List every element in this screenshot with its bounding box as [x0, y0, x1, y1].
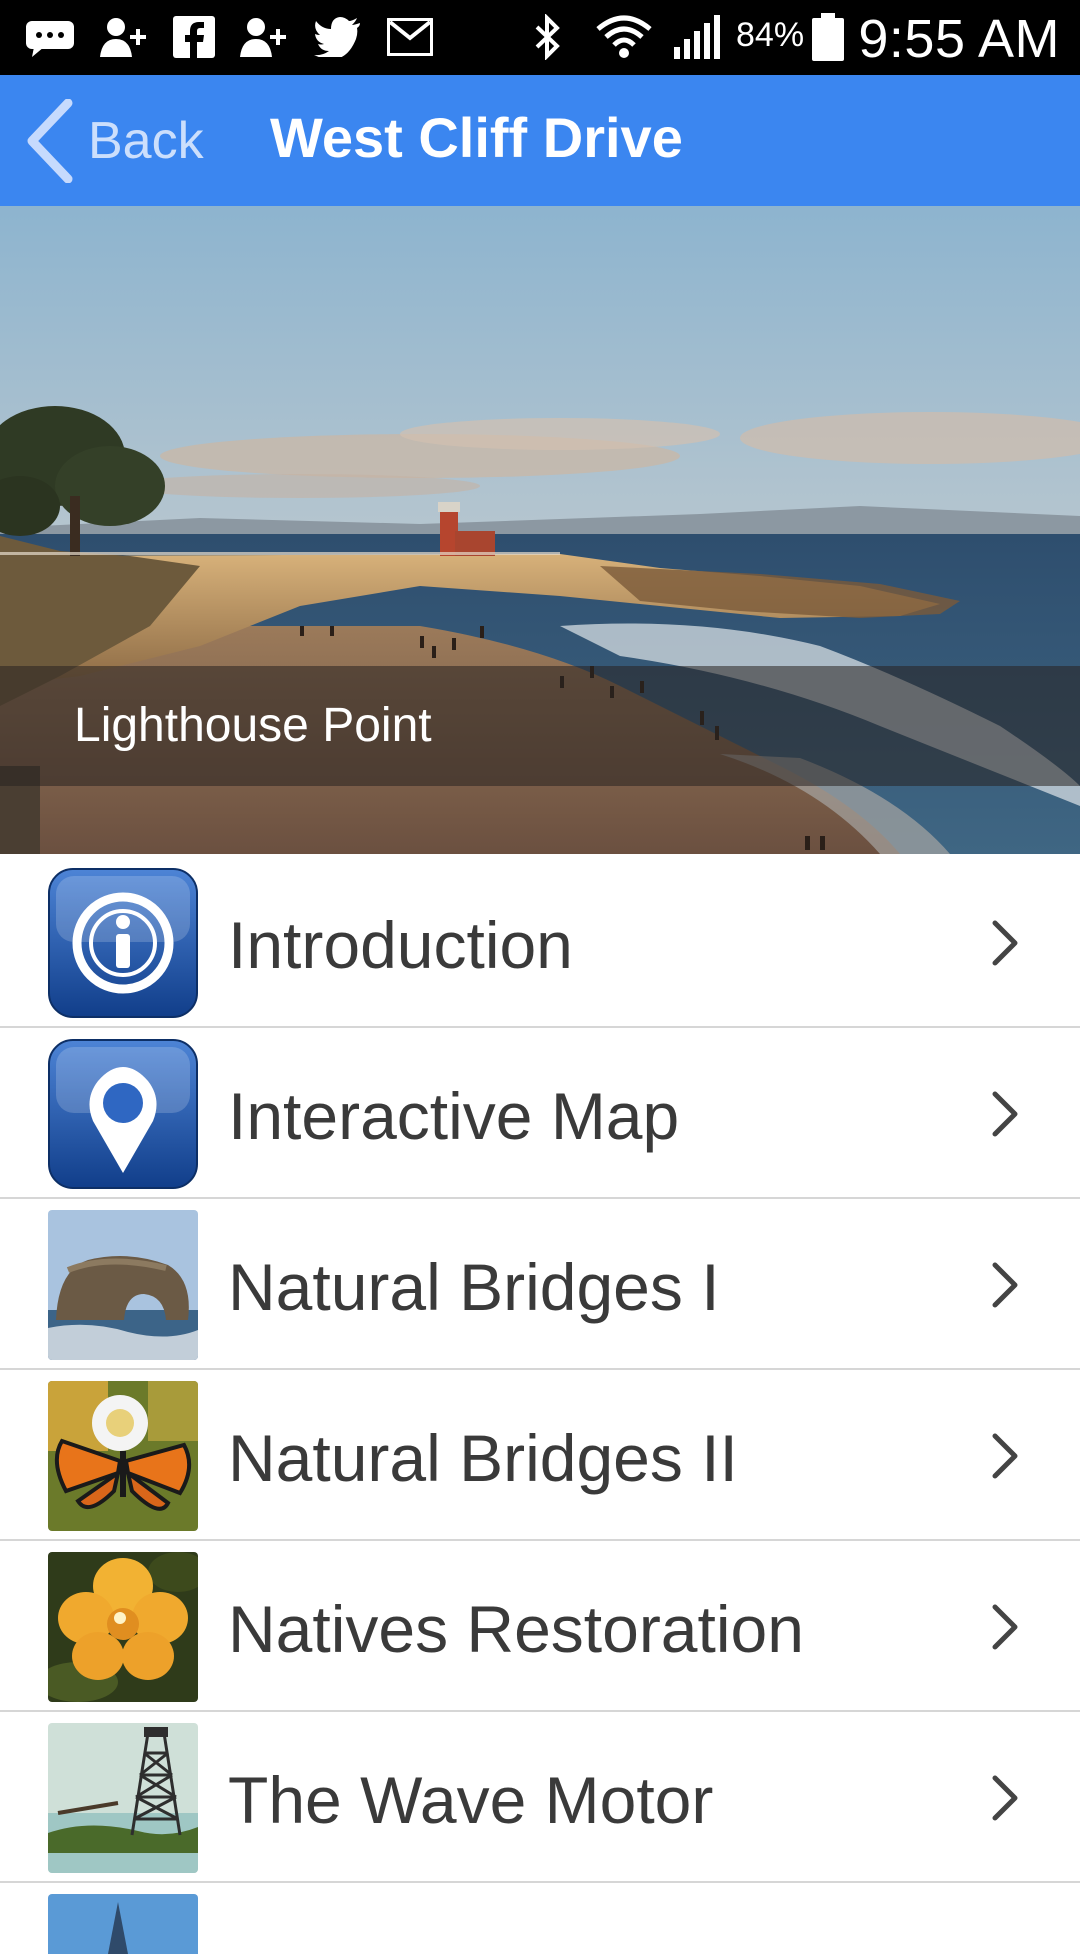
chevron-right-icon — [992, 1091, 1018, 1137]
app-bar: Back West Cliff Drive — [0, 75, 1080, 206]
chevron-right-icon — [992, 1433, 1018, 1479]
list-item-introduction[interactable]: Introduction — [0, 857, 1080, 1028]
rock-arch-photo — [48, 1210, 198, 1360]
chevron-left-icon — [27, 98, 73, 183]
wifi-icon — [594, 14, 654, 60]
next-item-photo — [48, 1894, 198, 1954]
menu-list: Introduction Interactive Map Natural Bri… — [0, 857, 1080, 1954]
hero-caption: Lighthouse Point — [74, 699, 432, 752]
chevron-right-icon — [992, 1262, 1018, 1308]
list-item-label: Natives Restoration — [228, 1592, 804, 1666]
chat-icon — [22, 14, 78, 60]
chevron-right-icon — [992, 1604, 1018, 1650]
chevron-right-icon — [992, 1775, 1018, 1821]
list-item-natives-restoration[interactable]: Natives Restoration — [0, 1541, 1080, 1712]
map-pin-icon — [48, 1039, 198, 1189]
back-label: Back — [88, 111, 204, 170]
battery-percent: 84% — [736, 16, 805, 54]
page-title: West Cliff Drive — [270, 106, 683, 169]
list-item-label: Interactive Map — [228, 1079, 680, 1153]
list-item-label: Natural Bridges II — [228, 1421, 738, 1495]
list-item-label: Introduction — [228, 908, 573, 982]
add-contact-icon — [96, 14, 152, 60]
monarch-butterfly-photo — [48, 1381, 198, 1531]
list-item-interactive-map[interactable]: Interactive Map — [0, 1028, 1080, 1199]
back-button[interactable]: Back — [24, 93, 214, 188]
add-contact-icon — [236, 14, 292, 60]
list-item-natural-bridges-1[interactable]: Natural Bridges I — [0, 1199, 1080, 1370]
info-icon — [48, 868, 198, 1018]
battery-icon — [810, 13, 846, 61]
list-item-label: The Wave Motor — [228, 1763, 714, 1837]
gmail-icon — [384, 14, 436, 60]
chevron-right-icon — [992, 920, 1018, 966]
list-item-the-wave-motor[interactable]: The Wave Motor — [0, 1712, 1080, 1883]
wave-motor-tower-photo — [48, 1723, 198, 1873]
clock: 9:55 AM — [858, 9, 1060, 69]
yellow-flower-photo — [48, 1552, 198, 1702]
list-item-label: Natural Bridges I — [228, 1250, 720, 1324]
list-item-natural-bridges-2[interactable]: Natural Bridges II — [0, 1370, 1080, 1541]
twitter-icon — [312, 14, 364, 60]
list-item-partial[interactable] — [0, 1883, 1080, 1954]
status-bar: 84% 9:55 AM — [0, 0, 1080, 75]
hero-image[interactable]: Lighthouse Point — [0, 206, 1080, 854]
signal-icon — [670, 14, 722, 60]
facebook-icon — [170, 14, 218, 60]
bluetooth-icon — [528, 14, 568, 60]
